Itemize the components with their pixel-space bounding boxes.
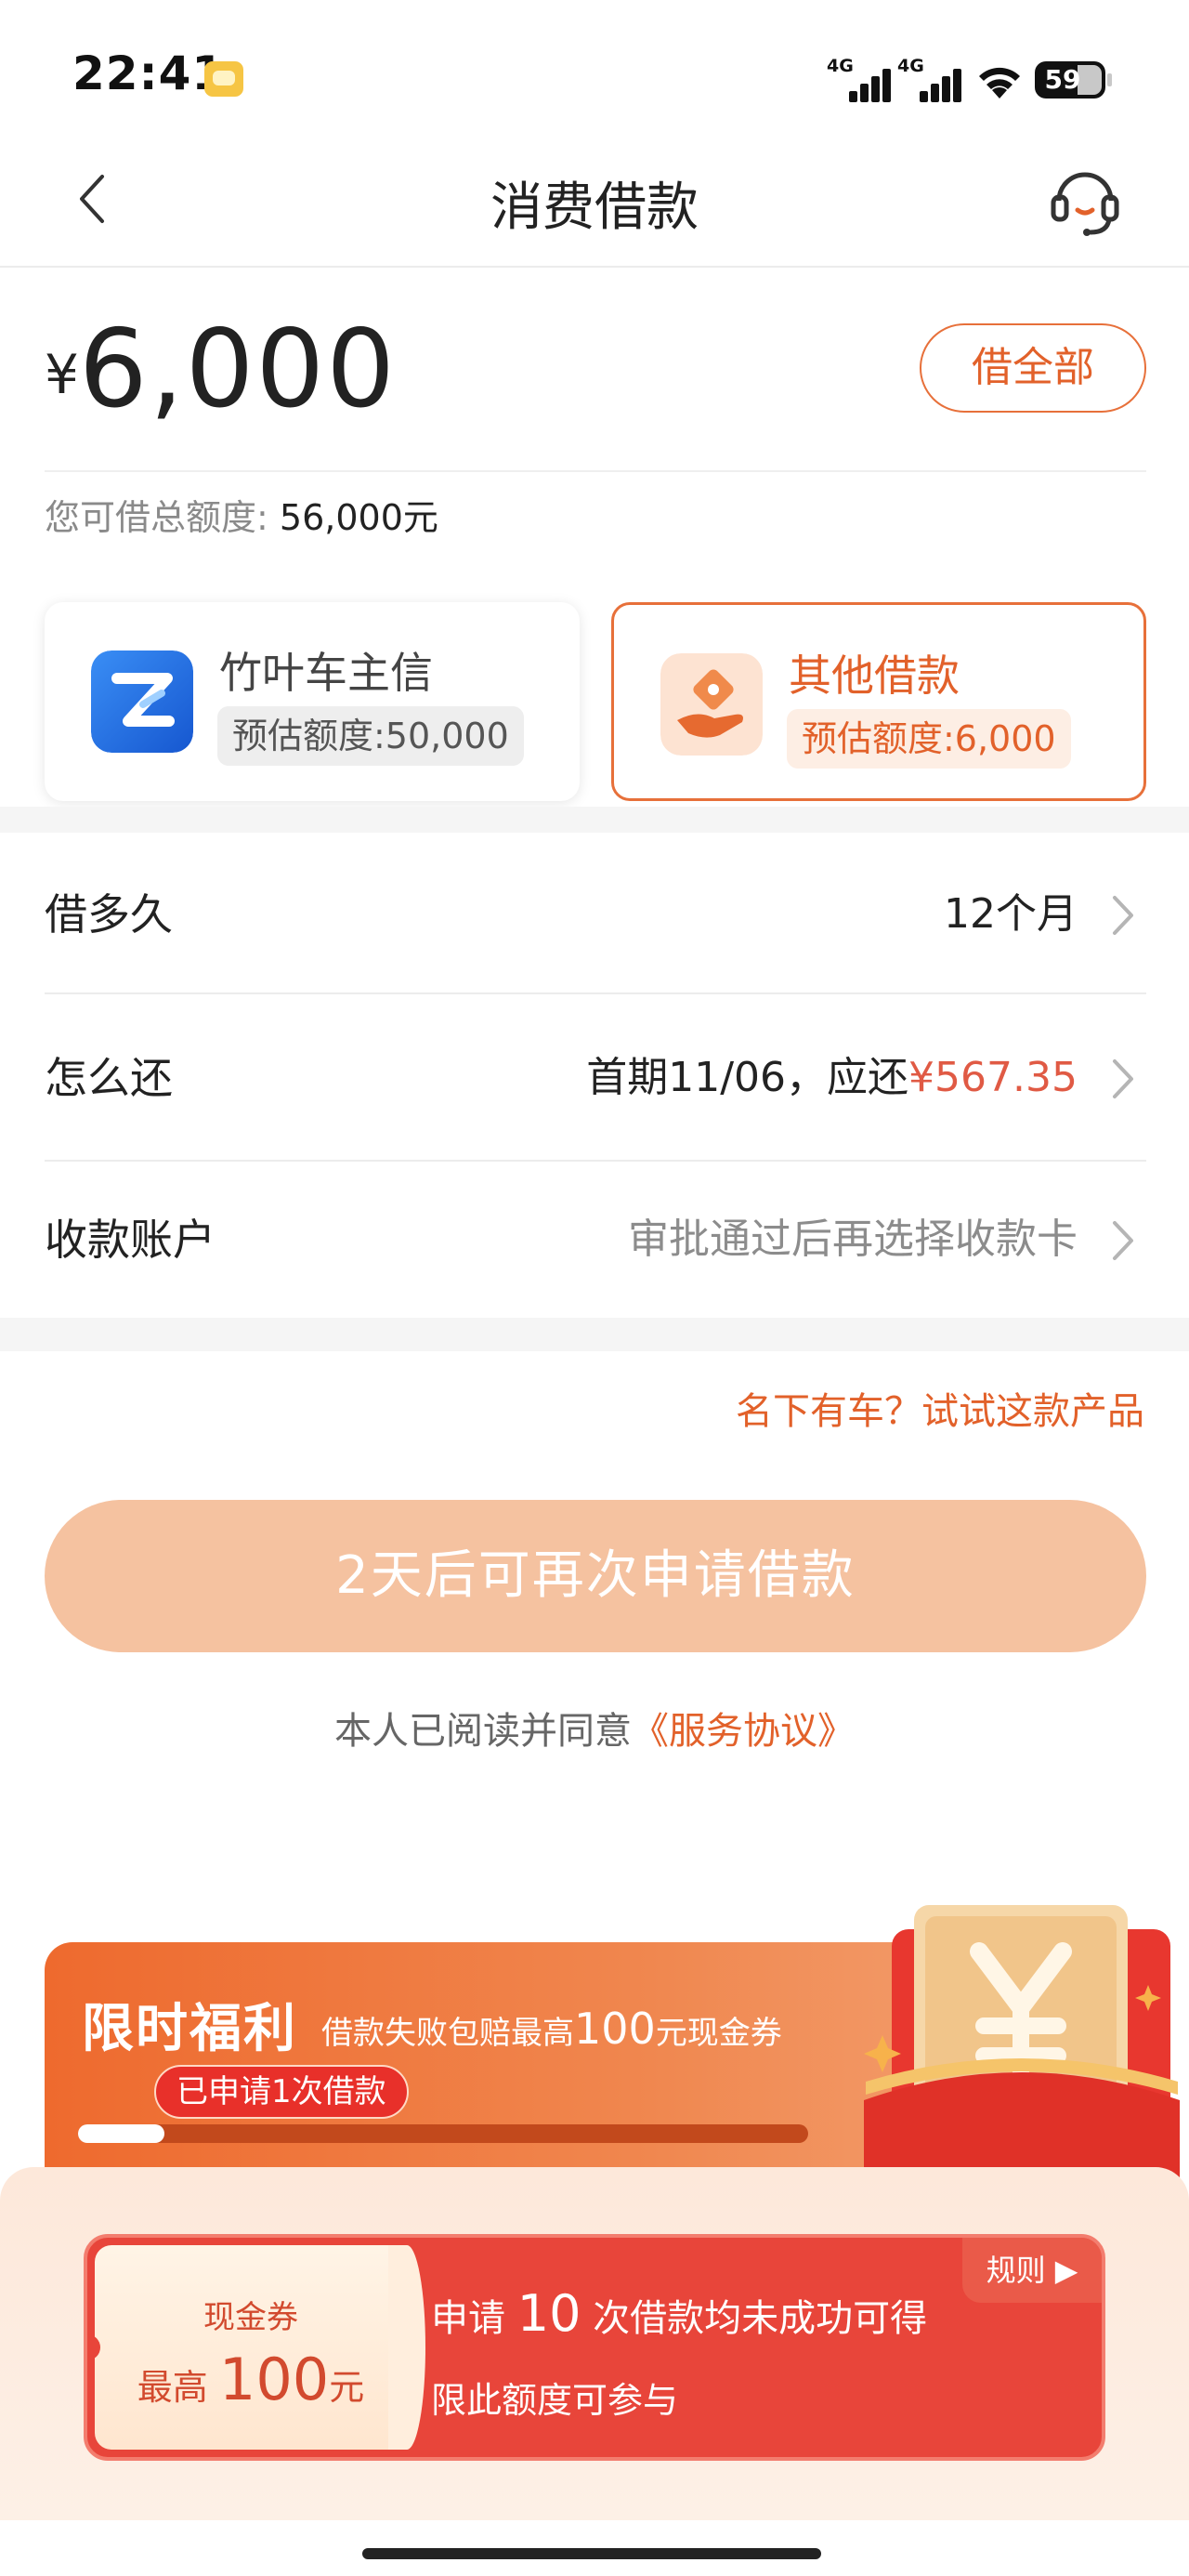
product-quota: 预估额度:50,000 bbox=[217, 706, 524, 766]
customer-service-icon[interactable] bbox=[1050, 164, 1120, 238]
repayment-amount: ¥567.35 bbox=[908, 1054, 1078, 1101]
signal-label-2: 4G bbox=[897, 56, 924, 76]
status-bar: 22:41 4G 4G 59 bbox=[0, 0, 1189, 130]
welfare-subtitle-amount: 100 bbox=[574, 2004, 656, 2054]
repayment-first-term: 首期11/06，应还 bbox=[586, 1054, 909, 1101]
rules-button[interactable]: 规则 ▶ bbox=[962, 2238, 1102, 2303]
welfare-subtitle-prefix: 借款失败包赔最高 bbox=[321, 2015, 574, 2052]
section-gap bbox=[0, 1318, 1189, 1351]
divider bbox=[45, 992, 1146, 994]
cash-coupon-card[interactable]: 现金券 最高 100元 申请 10 次借款均未成功可得 限此额度可参与 规则 ▶ bbox=[84, 2234, 1105, 2461]
cellular-signal-icon: 4G bbox=[827, 56, 901, 102]
applied-count-badge: 已申请1次借款 bbox=[154, 2065, 409, 2119]
total-quota-label: 您可借总额度: bbox=[45, 497, 268, 538]
home-indicator[interactable] bbox=[362, 2548, 821, 2559]
total-quota: 您可借总额度: 56,000元 bbox=[45, 489, 438, 540]
coupon-condition: 申请 10 次借款均未成功可得 bbox=[431, 2284, 927, 2343]
coupon-amount-value: 100 bbox=[218, 2346, 330, 2413]
coupon-label: 现金券 bbox=[203, 2299, 298, 2336]
receiving-account-value: 审批通过后再选择收款卡 bbox=[628, 1216, 1078, 1263]
battery-icon: 59 bbox=[1035, 61, 1112, 99]
chevron-right-icon bbox=[1113, 896, 1133, 935]
divider bbox=[45, 470, 1146, 472]
page-title: 消费借款 bbox=[490, 177, 699, 238]
coupon-condition-prefix: 申请 bbox=[431, 2297, 505, 2340]
loan-amount-value: 6,000 bbox=[78, 307, 397, 432]
message-notification-icon bbox=[204, 61, 243, 97]
coupon-condition-suffix: 次借款均未成功可得 bbox=[593, 2297, 928, 2340]
chevron-right-icon bbox=[1113, 1059, 1133, 1098]
signal-label: 4G bbox=[827, 56, 854, 76]
cellular-signal-icon-2: 4G bbox=[897, 56, 972, 102]
coupon-amount: 最高 100元 bbox=[95, 2346, 407, 2413]
product-name: 其他借款 bbox=[789, 651, 960, 701]
service-agreement-link[interactable]: 《服务协议》 bbox=[632, 1710, 855, 1753]
nav-bar: 消费借款 bbox=[0, 130, 1189, 268]
coupon-scope: 限此额度可参与 bbox=[431, 2380, 679, 2421]
row-loan-term[interactable]: 借多久 12个月 bbox=[45, 833, 1146, 996]
loan-term-label: 借多久 bbox=[45, 889, 173, 940]
row-receiving-account[interactable]: 收款账户 审批通过后再选择收款卡 bbox=[45, 1158, 1146, 1321]
status-time: 22:41 bbox=[72, 46, 226, 100]
row-repayment[interactable]: 怎么还 首期11/06，应还¥567.35 bbox=[45, 996, 1146, 1160]
product-name: 竹叶车主信 bbox=[219, 648, 433, 698]
hand-coin-icon bbox=[660, 653, 763, 756]
progress-fill bbox=[78, 2124, 164, 2143]
repayment-label: 怎么还 bbox=[45, 1053, 173, 1103]
wifi-icon bbox=[979, 67, 1020, 99]
coupon-amount-prefix: 最高 bbox=[137, 2367, 208, 2408]
apply-loan-button[interactable]: 2天后可再次申请借款 bbox=[45, 1500, 1146, 1652]
welfare-subtitle: 借款失败包赔最高100元现金券 bbox=[321, 2004, 782, 2054]
agreement-prefix: 本人已阅读并同意 bbox=[334, 1710, 632, 1753]
red-packet-icon bbox=[864, 1905, 1180, 2193]
battery-level: 59 bbox=[1044, 64, 1081, 95]
section-gap bbox=[0, 807, 1189, 833]
repayment-value: 首期11/06，应还¥567.35 bbox=[586, 996, 1078, 1160]
currency-symbol: ¥ bbox=[45, 343, 79, 406]
zhuye-logo-icon bbox=[91, 651, 193, 753]
progress-track bbox=[78, 2124, 808, 2143]
coupon-amount-suffix: 元 bbox=[329, 2367, 365, 2408]
borrow-all-button[interactable]: 借全部 bbox=[920, 323, 1146, 413]
loan-amount[interactable]: ¥6,000 bbox=[45, 307, 397, 432]
loan-term-value: 12个月 bbox=[944, 890, 1078, 938]
welfare-subtitle-suffix: 元现金券 bbox=[655, 2015, 782, 2052]
chevron-right-icon bbox=[1113, 1221, 1133, 1260]
product-quota: 预估额度:6,000 bbox=[787, 709, 1071, 769]
product-card-other-loan[interactable]: 其他借款 预估额度:6,000 bbox=[611, 602, 1146, 801]
total-quota-value: 56,000元 bbox=[279, 497, 438, 538]
receiving-account-label: 收款账户 bbox=[45, 1215, 216, 1265]
car-owner-product-link[interactable]: 名下有车？试试这款产品 bbox=[736, 1381, 1144, 1435]
agreement-text: 本人已阅读并同意《服务协议》 bbox=[0, 1701, 1189, 1755]
product-card-zhuye[interactable]: 竹叶车主信 预估额度:50,000 bbox=[45, 602, 580, 801]
welfare-title: 限时福利 bbox=[82, 1999, 297, 2059]
coupon-condition-count: 10 bbox=[516, 2284, 581, 2343]
